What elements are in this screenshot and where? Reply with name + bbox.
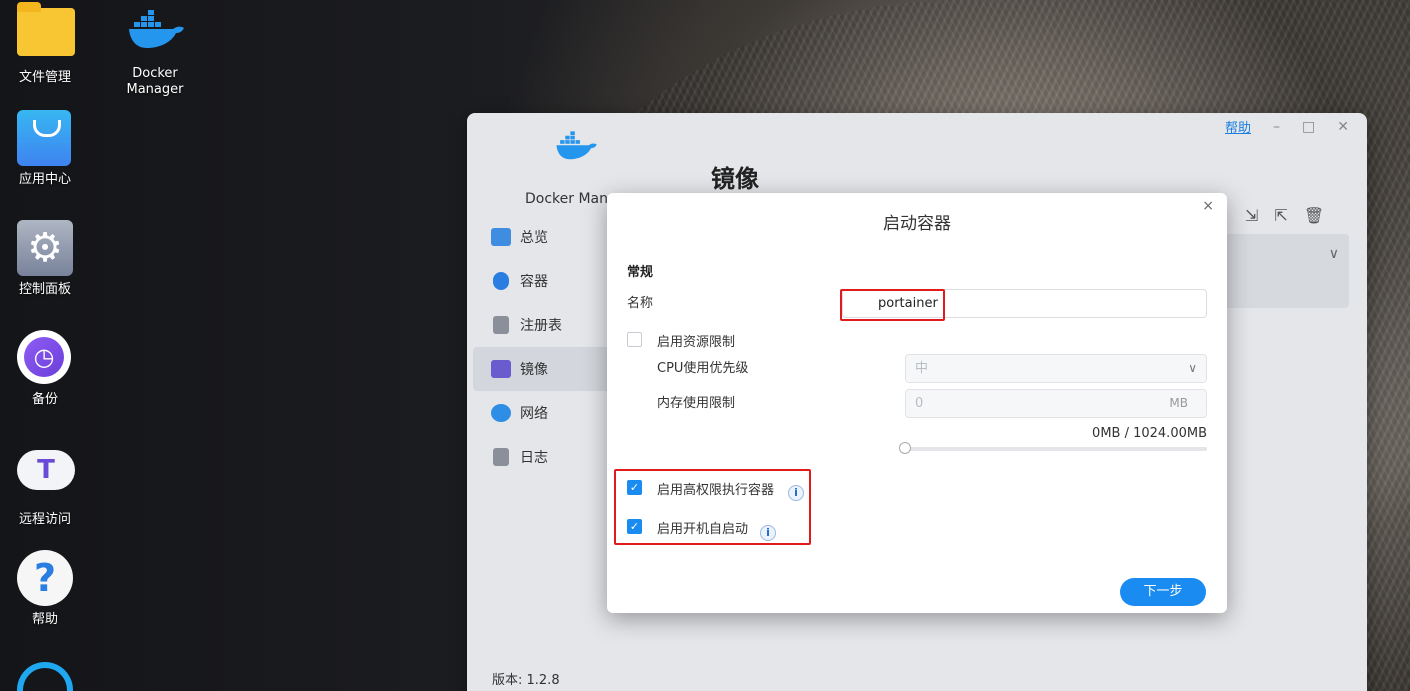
docker-logo-icon bbox=[556, 131, 597, 160]
sidebar-nav: 总览 容器 注册表 镜像 网络 日志 bbox=[473, 215, 613, 479]
memory-slider-track[interactable] bbox=[905, 447, 1207, 451]
sidebar-item-label: 容器 bbox=[520, 274, 548, 290]
desktop-icon-support[interactable] bbox=[0, 652, 90, 691]
next-button[interactable]: 下一步 bbox=[1120, 578, 1206, 606]
desktop-icon-control-panel[interactable]: ⚙ 控制面板 bbox=[0, 220, 90, 298]
desktop-icon-label: 文件管理 bbox=[18, 70, 71, 85]
info-icon[interactable]: i bbox=[788, 485, 804, 501]
resource-limit-label: 启用资源限制 bbox=[657, 335, 736, 350]
desktop-icon-backup[interactable]: ◷ 备份 bbox=[0, 330, 90, 408]
network-icon bbox=[491, 404, 511, 422]
export-icon[interactable]: ⇱ bbox=[1274, 206, 1287, 225]
desktop-icon-label: 远程访问 bbox=[18, 512, 71, 527]
sidebar-item-label: 日志 bbox=[520, 450, 548, 466]
folder-icon bbox=[17, 2, 75, 64]
cpu-priority-label: CPU使用优先级 bbox=[657, 361, 749, 376]
privileged-checkbox[interactable]: ✓ bbox=[627, 480, 642, 495]
sidebar-item-images[interactable]: 镜像 bbox=[473, 347, 613, 391]
question-icon: ? bbox=[17, 550, 73, 606]
autostart-checkbox[interactable]: ✓ bbox=[627, 519, 642, 534]
memory-unit: MB bbox=[1169, 396, 1188, 410]
dashboard-icon bbox=[491, 228, 511, 246]
sidebar-item-label: 总览 bbox=[520, 230, 548, 246]
image-icon bbox=[491, 360, 511, 378]
sidebar-item-label: 网络 bbox=[520, 406, 548, 422]
desktop-icon-label: 备份 bbox=[31, 392, 58, 407]
container-icon bbox=[493, 272, 509, 290]
backup-clock-icon: ◷ bbox=[17, 330, 73, 386]
name-label: 名称 bbox=[627, 296, 654, 311]
desktop-icon-help[interactable]: ? 帮助 bbox=[0, 550, 90, 628]
sidebar-item-label: 注册表 bbox=[520, 318, 562, 334]
memory-limit-value: 0 bbox=[915, 396, 924, 411]
headset-icon bbox=[17, 662, 73, 691]
minimize-button[interactable]: – bbox=[1273, 119, 1280, 135]
desktop-icon-label: 控制面板 bbox=[18, 282, 71, 297]
sidebar-item-overview[interactable]: 总览 bbox=[473, 215, 613, 259]
gear-icon: ⚙ bbox=[17, 220, 73, 276]
cpu-priority-select[interactable]: 中 ∨ bbox=[905, 354, 1207, 383]
desktop-icon-file-manager[interactable]: 文件管理 bbox=[0, 2, 90, 86]
memory-slider-thumb[interactable] bbox=[899, 442, 911, 454]
section-title-general: 常规 bbox=[627, 265, 654, 280]
chevron-down-icon[interactable]: ∨ bbox=[1329, 246, 1339, 262]
desktop-icon-label: Docker Manager bbox=[126, 66, 184, 97]
import-icon[interactable]: ⇲ bbox=[1245, 206, 1258, 225]
sidebar-item-network[interactable]: 网络 bbox=[473, 391, 613, 435]
sidebar-item-label: 镜像 bbox=[520, 362, 548, 378]
chevron-down-icon: ∨ bbox=[1188, 361, 1197, 375]
app-name: Docker Mana bbox=[525, 191, 617, 207]
desktop-icon-docker-manager[interactable]: Docker Manager bbox=[110, 4, 200, 98]
cpu-priority-value: 中 bbox=[915, 361, 929, 376]
cloud-icon: T bbox=[17, 450, 75, 506]
sidebar: Docker Mana 总览 容器 注册表 镜像 网络 日志 版本: 1.2.8 bbox=[467, 113, 617, 691]
shopping-bag-icon bbox=[17, 110, 73, 166]
page-title: 镜像 bbox=[711, 165, 759, 193]
container-name-value: portainer bbox=[878, 296, 938, 311]
desktop-icon-label: 应用中心 bbox=[18, 172, 71, 187]
desktop-icon-label: 帮助 bbox=[31, 612, 58, 627]
autostart-label: 启用开机自启动 bbox=[657, 522, 749, 537]
sidebar-item-registry[interactable]: 注册表 bbox=[473, 303, 613, 347]
maximize-button[interactable]: □ bbox=[1302, 119, 1315, 135]
memory-readout: 0MB / 1024.00MB bbox=[1092, 426, 1207, 441]
image-toolbar: ⇲ ⇱ 🗑 bbox=[1245, 206, 1324, 225]
privileged-label: 启用高权限执行容器 bbox=[657, 483, 775, 498]
docker-whale-icon bbox=[127, 4, 184, 60]
memory-limit-input[interactable]: 0 MB bbox=[905, 389, 1207, 418]
close-window-button[interactable]: ✕ bbox=[1337, 119, 1349, 135]
registry-icon bbox=[493, 316, 509, 334]
desktop-icon-remote-access[interactable]: T 远程访问 bbox=[0, 440, 90, 528]
help-link[interactable]: 帮助 bbox=[1225, 117, 1251, 136]
dialog-title: 启动容器 bbox=[883, 214, 951, 234]
desktop-icon-app-center[interactable]: 应用中心 bbox=[0, 110, 90, 188]
window-controls: 帮助 – □ ✕ bbox=[1225, 117, 1349, 137]
info-icon[interactable]: i bbox=[760, 525, 776, 541]
version-text: 版本: 1.2.8 bbox=[492, 673, 560, 688]
memory-limit-label: 内存使用限制 bbox=[657, 396, 736, 411]
start-container-dialog: 启动容器 × 常规 名称 portainer 启用资源限制 CPU使用优先级 中… bbox=[607, 193, 1227, 613]
log-icon bbox=[493, 448, 509, 466]
close-icon[interactable]: × bbox=[1202, 198, 1214, 214]
delete-icon[interactable]: 🗑 bbox=[1304, 206, 1324, 225]
container-name-input[interactable]: portainer bbox=[842, 289, 1207, 318]
resource-limit-checkbox[interactable] bbox=[627, 332, 642, 347]
sidebar-item-containers[interactable]: 容器 bbox=[473, 259, 613, 303]
sidebar-item-logs[interactable]: 日志 bbox=[473, 435, 613, 479]
